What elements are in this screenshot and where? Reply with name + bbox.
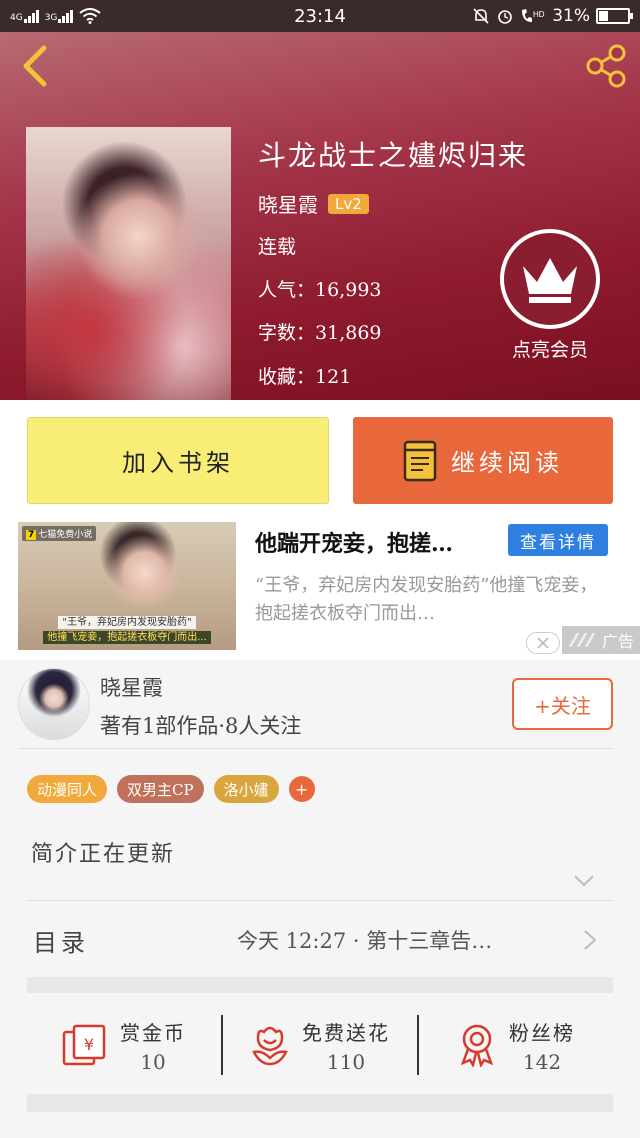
alarm-icon	[498, 10, 513, 24]
tag-chip[interactable]: 双男主CP	[117, 775, 204, 803]
book-icon	[403, 440, 437, 481]
flower-icon	[252, 1026, 288, 1066]
cellular-signal-1-icon: 4G	[10, 9, 39, 23]
chevron-left-icon	[23, 45, 47, 87]
ad-close-button[interactable]	[526, 632, 560, 654]
ad-tag: 广告	[562, 626, 640, 654]
follow-button[interactable]: +关注	[512, 678, 613, 730]
ad-logo-text: 七猫免费小说	[38, 530, 93, 540]
ad-caption-line2: 他撞飞宠妾，抱起搓衣板夺门而出...	[43, 631, 211, 644]
author-card-stats: 著有1部作品·8人关注	[100, 714, 302, 738]
continue-reading-label: 继续阅读	[451, 449, 563, 477]
level-badge: Lv2	[328, 193, 369, 214]
network-type-label: 3G	[44, 13, 58, 23]
vip-label: 点亮会员	[511, 339, 588, 361]
table-of-contents-row[interactable]: 目录 今天 12:27 · 第十三章告…	[27, 905, 613, 975]
section-separator	[27, 977, 613, 993]
add-to-shelf-button[interactable]: 加入书架	[27, 417, 329, 504]
share-button[interactable]	[582, 42, 630, 90]
synopsis: 简介正在更新	[31, 842, 176, 867]
ad-description[interactable]: “王爷，弃妃房内发现安胎药”他撞飞宠妾，抱起搓衣板夺门而出…	[255, 572, 605, 628]
ad-title[interactable]: 他踹开宠妾，抱搓…	[255, 526, 503, 558]
section-separator	[27, 1094, 613, 1112]
add-tag-button[interactable]: +	[288, 776, 315, 802]
battery-icon	[596, 8, 633, 24]
author-row: 晓星霞 Lv2	[258, 189, 369, 218]
battery-percent: 31%	[552, 6, 590, 26]
favorites-line: 收藏：121	[258, 362, 351, 389]
vip-badge	[500, 229, 600, 329]
reward-coins-button[interactable]: ¥ 赏金币 10	[27, 1000, 221, 1090]
fan-ranking-button[interactable]: 粉丝榜 142	[419, 1000, 613, 1090]
send-flowers-button[interactable]: 免费送花 110	[223, 1000, 417, 1090]
clock: 23:14	[294, 5, 346, 27]
cellular-signal-2-icon: 3G	[45, 9, 74, 23]
ad-view-details-button[interactable]: 查看详情	[508, 524, 608, 556]
network-type-label: 4G	[10, 13, 23, 23]
status-bar-left: 4G 3G	[10, 8, 102, 24]
book-status: 连载	[258, 236, 297, 258]
stat-value: 142	[522, 1049, 562, 1074]
tag-chip[interactable]: 动漫同人	[27, 775, 108, 803]
stat-label: 粉丝榜	[509, 1020, 575, 1045]
send-flowers-text: 免费送花 110	[302, 1017, 390, 1074]
favorites-value: 121	[315, 366, 352, 388]
medal-icon	[460, 1024, 494, 1067]
hd-call-icon: HD	[522, 9, 545, 22]
fan-ranking-text: 粉丝榜 142	[509, 1017, 575, 1074]
expand-synopsis-button[interactable]	[573, 873, 595, 887]
divider	[27, 900, 613, 901]
book-title: 斗龙战士之嫿烬归来	[258, 139, 529, 172]
ad-banner[interactable]: 7 七猫免费小说 "王爷，弃妃房内发现安胎药" 他撞飞宠妾，抱起搓衣板夺门而出..…	[0, 520, 640, 660]
ad-logo: 7 七猫免费小说	[22, 526, 97, 541]
ad-image-caption: "王爷，弃妃房内发现安胎药" 他撞飞宠妾，抱起搓衣板夺门而出...	[26, 616, 228, 644]
stat-label: 免费送花	[302, 1020, 390, 1045]
word-count-value: 31,869	[315, 322, 382, 344]
status-bar-right: HD 31%	[472, 6, 633, 26]
word-count-label: 字数：	[258, 322, 316, 344]
support-stats: ¥ 赏金币 10 免费送花 110 粉丝榜 142	[27, 1000, 613, 1090]
status-bar: 4G 3G 23:14 HD 31%	[0, 0, 640, 32]
author-name[interactable]: 晓星霞	[258, 189, 318, 218]
ad-image[interactable]: 7 七猫免费小说 "王爷，弃妃房内发现安胎药" 他撞飞宠妾，抱起搓衣板夺门而出..…	[18, 522, 236, 650]
ad-tag-label: 广告	[601, 632, 634, 651]
svg-text:HD: HD	[533, 10, 545, 19]
ad-stripes-icon	[568, 633, 596, 647]
chevron-down-icon	[574, 875, 594, 887]
stat-label: 赏金币	[120, 1020, 186, 1045]
word-count-line: 字数：31,869	[258, 318, 382, 345]
tag-list: 动漫同人 双男主CP 洛小嫿 +	[27, 775, 315, 803]
ad-caption-line1: "王爷，弃妃房内发现安胎药"	[58, 616, 196, 629]
author-avatar[interactable]	[18, 668, 90, 740]
author-card-name[interactable]: 晓星霞	[100, 672, 163, 702]
author-card: 晓星霞 著有1部作品·8人关注 +关注	[0, 660, 640, 750]
popularity-label: 人气：	[258, 279, 316, 301]
vip-button[interactable]: 点亮会员	[500, 229, 600, 362]
action-bar: 加入书架 继续阅读	[0, 400, 640, 520]
back-button[interactable]	[16, 42, 56, 90]
toc-label: 目录	[33, 929, 89, 957]
book-cover-image	[26, 127, 231, 400]
stat-value: 110	[326, 1049, 366, 1074]
wifi-icon	[79, 8, 102, 24]
favorites-label: 收藏：	[258, 366, 316, 388]
mute-bell-icon	[473, 8, 489, 24]
continue-reading-button[interactable]: 继续阅读	[353, 417, 613, 504]
chevron-right-icon	[584, 930, 597, 950]
divider	[18, 748, 613, 749]
add-to-shelf-label: 加入书架	[122, 449, 234, 477]
crown-icon	[523, 258, 577, 303]
svg-text:¥: ¥	[84, 1035, 94, 1054]
reward-coins-text: 赏金币 10	[120, 1017, 186, 1074]
tag-chip[interactable]: 洛小嫿	[213, 775, 279, 803]
share-icon	[586, 44, 626, 88]
close-icon	[537, 637, 549, 649]
book-header: 斗龙战士之嫿烬归来 晓星霞 Lv2 连载 人气：16,993 字数：31,869…	[0, 32, 640, 400]
red-envelope-icon: ¥	[62, 1024, 106, 1066]
stat-value: 10	[140, 1049, 166, 1074]
popularity-value: 16,993	[315, 279, 382, 301]
latest-chapter: 今天 12:27 · 第十三章告…	[237, 929, 493, 953]
popularity-line: 人气：16,993	[258, 275, 382, 302]
